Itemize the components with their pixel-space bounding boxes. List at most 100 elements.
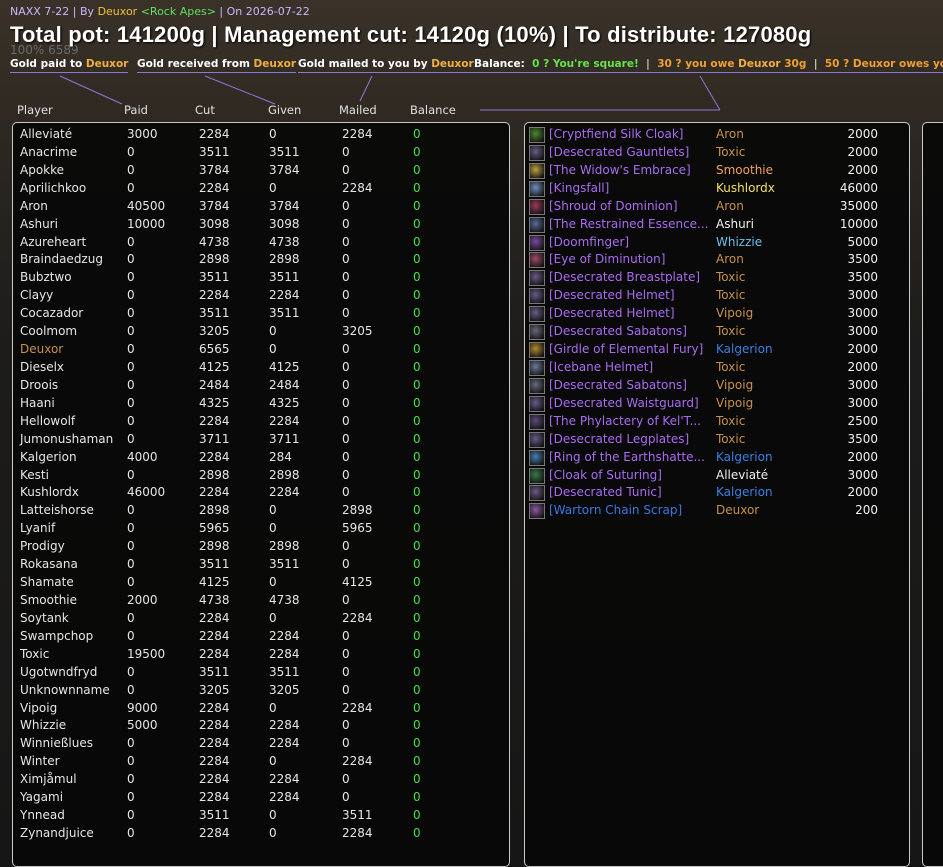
player-name: Haani <box>20 395 55 410</box>
paid-value: 0 <box>127 395 135 410</box>
list-item[interactable]: [Wartorn Chain Scrap] Deuxor 200 <box>528 502 888 520</box>
cut-value: 2284 <box>199 754 230 769</box>
paid-value: 0 <box>127 557 135 572</box>
paid-value: 0 <box>127 431 135 446</box>
list-item[interactable]: [Ring of the Earthshatte... Kalgerion 2000 <box>528 449 888 467</box>
list-item[interactable]: [Icebane Helmet] Toxic 2000 <box>528 359 888 377</box>
item-link[interactable]: [Desecrated Tunic] <box>549 484 662 502</box>
item-link[interactable]: [Shroud of Dominion] <box>549 198 678 216</box>
balance-value: 0 <box>413 127 421 141</box>
item-price: 3500 <box>847 252 878 267</box>
item-price: 3500 <box>847 270 878 285</box>
item-winner: Ashuri <box>716 216 754 231</box>
cut-value: 2284 <box>199 485 230 500</box>
given-value: 0 <box>269 521 277 536</box>
list-item[interactable]: [Cloak of Suturing] Alleviaté 3000 <box>528 467 888 485</box>
mailed-value: 0 <box>342 592 350 607</box>
item-price: 2000 <box>847 342 878 357</box>
item-link[interactable]: [Wartorn Chain Scrap] <box>549 502 682 520</box>
balance-value: 0 <box>413 700 421 715</box>
item-link[interactable]: [Eye of Diminution] <box>549 251 665 269</box>
paid-value: 0 <box>127 252 135 267</box>
cut-value: 3511 <box>199 270 230 285</box>
balance-value: 0 <box>413 180 421 195</box>
list-item[interactable]: [Desecrated Gauntlets] Toxic 2000 <box>528 144 888 162</box>
cut-value: 4125 <box>199 575 230 590</box>
player-name: Kushlordx <box>20 485 79 500</box>
list-item[interactable]: [The Restrained Essence... Ashuri 10000 <box>528 216 888 234</box>
cut-value: 3511 <box>199 664 230 679</box>
mailed-value: 3511 <box>342 808 373 823</box>
cut-value: 2484 <box>199 377 230 392</box>
list-item[interactable]: [Desecrated Sabatons] Toxic 3000 <box>528 323 888 341</box>
item-link[interactable]: [Desecrated Sabatons] <box>549 377 687 395</box>
cut-value: 3511 <box>199 306 230 321</box>
list-item[interactable]: [Eye of Diminution] Aron 3500 <box>528 251 888 269</box>
balance-value: 0 <box>413 557 421 572</box>
item-link[interactable]: [Kingsfall] <box>549 180 609 198</box>
cut-value: 2898 <box>199 539 230 554</box>
player-name: Alleviaté <box>20 127 73 141</box>
item-link[interactable]: [Ring of the Earthshatte... <box>549 449 705 467</box>
balance-value: 0 <box>413 790 421 805</box>
item-link[interactable]: [Desecrated Helmet] <box>549 287 675 305</box>
item-link[interactable]: [The Widow's Embrace] <box>549 162 691 180</box>
cut-value: 3511 <box>199 808 230 823</box>
list-item[interactable]: [The Phylactery of Kel'T... Toxic 2500 <box>528 413 888 431</box>
item-link[interactable]: [Desecrated Helmet] <box>549 305 675 323</box>
cut-value: 4125 <box>199 359 230 374</box>
given-value: 2284 <box>269 790 300 805</box>
given-value: 284 <box>269 449 292 464</box>
item-link[interactable]: [Girdle of Elemental Fury] <box>549 341 703 359</box>
paid-value: 0 <box>127 342 135 357</box>
list-item[interactable]: [Desecrated Helmet] Vipoig 3000 <box>528 305 888 323</box>
list-item[interactable]: [Desecrated Sabatons] Vipoig 3000 <box>528 377 888 395</box>
loot-list: [Cryptfiend Silk Cloak] Aron 2000 [Desecrat… <box>528 126 888 520</box>
item-link[interactable]: [Desecrated Legplates] <box>549 431 689 449</box>
list-item[interactable]: [Desecrated Helmet] Toxic 3000 <box>528 287 888 305</box>
balance-value: 0 <box>413 306 421 321</box>
list-item[interactable]: [Kingsfall] Kushlordx 46000 <box>528 180 888 198</box>
item-winner: Deuxor <box>716 503 760 518</box>
item-price: 46000 <box>839 180 878 195</box>
item-link[interactable]: [Icebane Helmet] <box>549 359 653 377</box>
list-item[interactable]: [The Widow's Embrace] Smoothie 2000 <box>528 162 888 180</box>
mailed-value: 0 <box>342 252 350 267</box>
item-link[interactable]: [Desecrated Sabatons] <box>549 323 687 341</box>
player-name: Azureheart <box>20 234 87 249</box>
column-header-player: Player <box>17 103 53 117</box>
list-item[interactable]: [Desecrated Breastplate] Toxic 3500 <box>528 269 888 287</box>
list-item[interactable]: [Doomfinger] Whizzie 5000 <box>528 234 888 252</box>
item-price: 3000 <box>847 324 878 339</box>
item-link[interactable]: [Desecrated Waistguard] <box>549 395 699 413</box>
item-winner: Kushlordx <box>716 180 775 195</box>
balance-value: 0 <box>413 431 421 446</box>
list-item[interactable]: [Desecrated Waistguard] Vipoig 3000 <box>528 395 888 413</box>
list-item[interactable]: [Shroud of Dominion] Aron 35000 <box>528 198 888 216</box>
mailed-value: 0 <box>342 790 350 805</box>
item-link[interactable]: [Cryptfiend Silk Cloak] <box>549 126 683 144</box>
player-name: Dieselx <box>20 359 65 374</box>
balance-value: 0 <box>413 718 421 733</box>
list-item[interactable]: [Girdle of Elemental Fury] Kalgerion 2000 <box>528 341 888 359</box>
list-item[interactable]: [Cryptfiend Silk Cloak] Aron 2000 <box>528 126 888 144</box>
player-name: Latteishorse <box>20 503 94 518</box>
cut-value: 3205 <box>199 682 230 697</box>
balance-value: 0 <box>413 592 421 607</box>
balance-value: 0 <box>413 395 421 410</box>
list-item[interactable]: [Desecrated Legplates] Toxic 3500 <box>528 431 888 449</box>
item-link[interactable]: [Desecrated Breastplate] <box>549 269 700 287</box>
given-value: 2284 <box>269 288 300 303</box>
item-link[interactable]: [The Phylactery of Kel'T... <box>549 413 701 431</box>
paid-value: 0 <box>127 539 135 554</box>
player-name: Swampchop <box>20 628 94 643</box>
item-link[interactable]: [The Restrained Essence... <box>549 216 709 234</box>
paid-value: 0 <box>127 825 135 840</box>
item-link[interactable]: [Doomfinger] <box>549 234 629 252</box>
item-link[interactable]: [Cloak of Suturing] <box>549 467 662 485</box>
mailed-value: 2284 <box>342 610 373 625</box>
item-link[interactable]: [Desecrated Gauntlets] <box>549 144 689 162</box>
list-item[interactable]: [Desecrated Tunic] Kalgerion 2000 <box>528 484 888 502</box>
given-value: 4738 <box>269 234 300 249</box>
balance-value: 0 <box>413 288 421 303</box>
